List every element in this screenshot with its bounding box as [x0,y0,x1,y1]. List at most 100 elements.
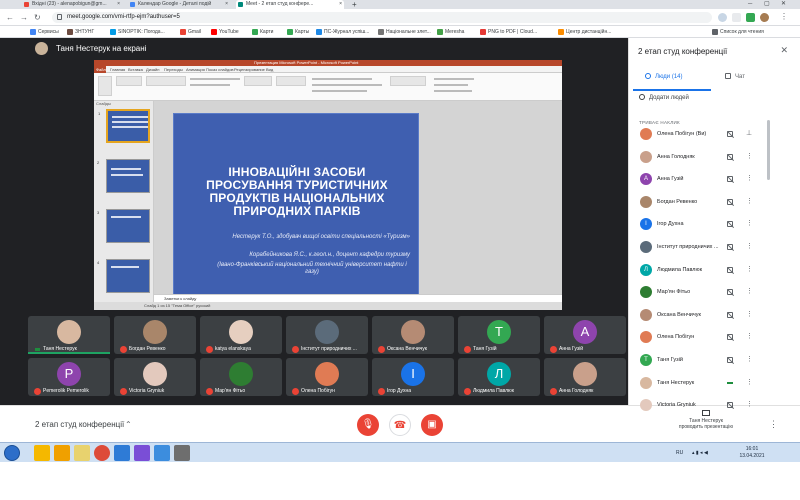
more-options-icon[interactable]: ⋮ [746,147,753,167]
taskbar-app-icon[interactable] [34,445,50,461]
participant-tile[interactable]: Богдан Ревенко [114,316,196,354]
forward-icon[interactable]: → [20,12,28,23]
bookmark-item[interactable]: Центр дистанційн... [558,26,611,38]
participant-row[interactable]: А Анна Гузій ⋮ [629,169,799,191]
participant-photo [229,362,253,386]
more-options-icon[interactable]: ⋮ [746,395,753,415]
participant-tile[interactable]: А Анна Гузій [544,316,626,354]
more-options-icon[interactable]: ⋮ [746,373,753,393]
participant-row[interactable]: Л Людмила Павлюк ⋮ [629,260,799,282]
minimize-icon[interactable]: ─ [748,0,752,9]
more-options-icon[interactable]: ⋮ [746,282,753,302]
bookmark-item[interactable]: YouTube [211,26,239,38]
meeting-title[interactable]: 2 етап студ конференції [35,406,124,443]
participant-tile[interactable]: katya elanskaya [200,316,282,354]
more-options-icon[interactable]: ⋮ [746,214,753,234]
new-tab-button[interactable]: + [352,0,357,9]
taskbar-app-icon[interactable] [134,445,150,461]
end-call-button[interactable]: ☎ [389,414,411,436]
participant-row[interactable]: Анна Голодняк ⋮ [629,147,799,169]
participant-tile[interactable]: Анна Голодняк [544,358,626,396]
browser-tab[interactable]: Вхідні (23) - alenapobigun@gm... × [22,0,122,9]
participant-tile[interactable]: І Ігор Духна [372,358,454,396]
tab-chat[interactable]: Чат [725,70,745,90]
participant-tile[interactable]: P Pemerolik Pemerolik [28,358,110,396]
clock[interactable]: 16:01 13.04.2021 [732,446,772,460]
taskbar-app-icon[interactable] [174,445,190,461]
participant-row[interactable]: Victoria Gryniuk ⋮ [629,395,799,417]
reload-icon[interactable]: ↻ [34,12,41,23]
participant-row[interactable]: Таня Нестерук ⋮ [629,373,799,395]
taskbar-app-icon[interactable] [154,445,170,461]
panel-scrollbar[interactable] [767,120,770,180]
pin-icon[interactable]: ⊥ [746,124,752,144]
extensions-icon[interactable] [732,13,741,22]
bookmark-item[interactable]: SINOPTIK: Погода... [110,26,165,38]
close-tab-icon[interactable]: × [339,0,342,9]
participant-tile[interactable]: Олена Побігун [286,358,368,396]
bookmark-item[interactable]: ЗНТУНГ [67,26,94,38]
more-options-icon[interactable]: ⋮ [746,260,753,280]
maximize-icon[interactable]: ▢ [764,0,770,9]
taskbar-app-icon[interactable] [94,445,110,461]
participant-tile[interactable]: Victoria Gryniuk [114,358,196,396]
close-window-icon[interactable]: ✕ [781,0,786,9]
participant-tile[interactable]: Мар'ян Фітьо [200,358,282,396]
bookmark-item[interactable]: PNG to PDF | Cloud... [480,26,537,38]
profile-avatar[interactable] [760,13,769,22]
camera-off-button[interactable]: ▣ [421,414,443,436]
bookmark-item[interactable]: Сервисы [30,26,59,38]
back-icon[interactable]: ← [6,12,14,23]
mic-off-button[interactable]: 🎙 [357,414,379,436]
participant-row[interactable]: Інститут природничих ... ⋮ [629,237,799,259]
participant-row[interactable]: Олена Побігун ⋮ [629,327,799,349]
start-button[interactable] [4,445,20,461]
close-tab-icon[interactable]: × [117,0,120,9]
participant-tile[interactable]: Інститут природничих ... [286,316,368,354]
participant-name: Олена Побігун (Ви) [657,131,707,137]
close-panel-icon[interactable]: ✕ [780,45,788,56]
add-people-button[interactable]: Додати людей [639,91,689,105]
bookmark-favicon-icon [712,29,718,35]
participant-row[interactable]: Т Таня Гузій ⋮ [629,350,799,372]
extension-icon[interactable] [746,13,755,22]
bookmark-item[interactable]: Карти [252,26,273,38]
participant-tile[interactable]: Таня Нестерук [28,316,110,354]
bookmark-item[interactable]: Національне злет... [378,26,431,38]
more-options-icon[interactable]: ⋮ [746,327,753,347]
screen-root: { "browser": { "tabs": [ {"label": "Вхід… [0,0,800,500]
tab-people[interactable]: Люди (14) [645,70,683,90]
star-icon[interactable] [718,13,727,22]
participant-row[interactable]: Мар'ян Фітьо ⋮ [629,282,799,304]
more-options-icon[interactable]: ⋮ [746,192,753,212]
more-options-icon[interactable]: ⋮ [746,237,753,257]
menu-icon[interactable]: ⋮ [780,11,788,22]
participant-tile[interactable]: Т Таня Гузій [458,316,540,354]
mic-off-icon [727,334,733,341]
taskbar-app-icon[interactable] [74,445,90,461]
bookmark-item[interactable]: ПС-Журнал успіш... [316,26,369,38]
chevron-up-icon[interactable]: ⌃ [125,406,132,443]
taskbar-app-icon[interactable] [54,445,70,461]
close-tab-icon[interactable]: × [225,0,228,9]
bookmark-item[interactable]: Gmail [180,26,201,38]
more-options-icon[interactable]: ⋮ [746,350,753,370]
address-bar[interactable]: meet.google.com/vmi-rtfp-ejm?authuser=5 [52,12,712,23]
participant-name: Людмила Павлюк [473,388,514,394]
bookmark-item[interactable]: Карты [287,26,309,38]
bookmark-item[interactable]: Meresha [437,26,464,38]
language-indicator[interactable]: RU [676,443,683,463]
tray-icons[interactable]: ▴ ▮ ◂ ◀ [692,443,708,463]
participant-tile[interactable]: Оксана Венчичук [372,316,454,354]
participant-tile[interactable]: Л Людмила Павлюк [458,358,540,396]
participant-row[interactable]: Оксана Венчичук ⋮ [629,305,799,327]
bookmark-item[interactable]: Список для чтения [712,26,764,38]
browser-tab[interactable]: Meet - 2 етап студ конфере... × [236,0,344,9]
participant-row[interactable]: Олена Побігун (Ви) ⊥ [629,124,799,146]
participant-row[interactable]: Богдан Ревенко ⋮ [629,192,799,214]
browser-tab[interactable]: Календар Google - Деталі подій × [128,0,230,9]
participant-row[interactable]: І Ігор Духна ⋮ [629,214,799,236]
more-options-icon[interactable]: ⋮ [746,169,753,189]
taskbar-app-icon[interactable] [114,445,130,461]
more-options-icon[interactable]: ⋮ [746,305,753,325]
